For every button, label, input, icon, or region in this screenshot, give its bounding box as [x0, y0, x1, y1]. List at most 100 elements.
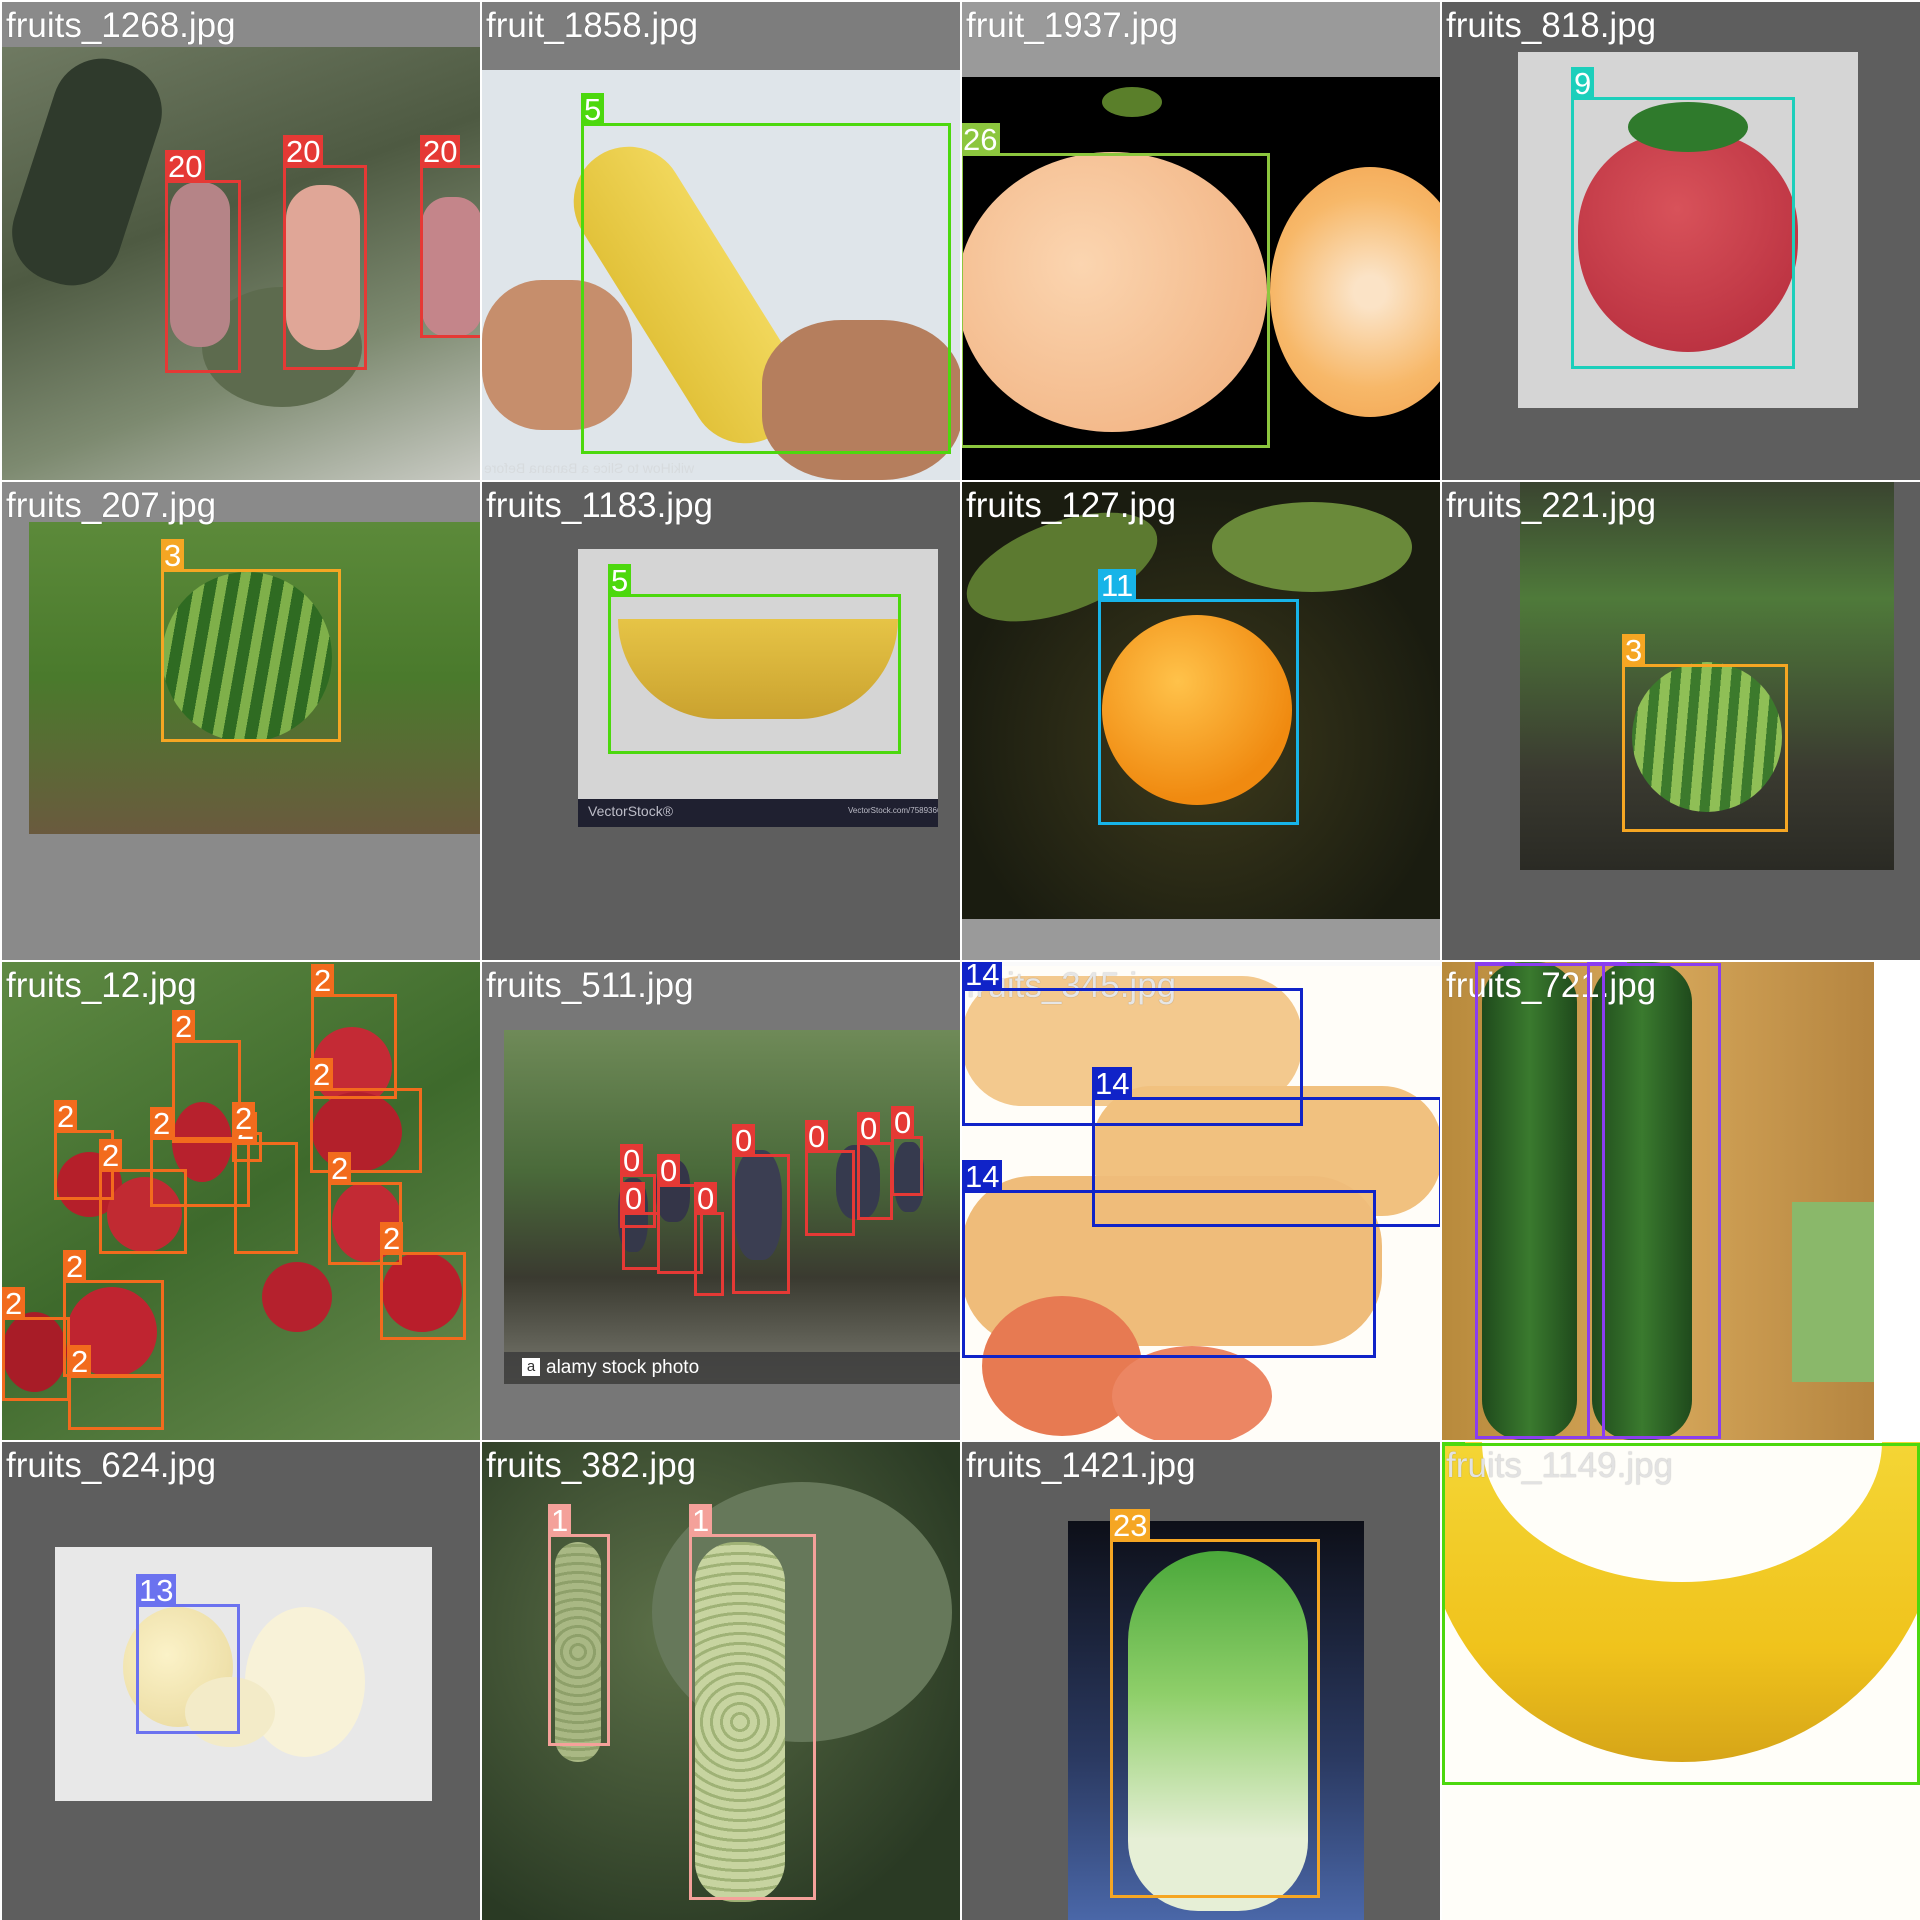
bbox-cherry: 2 — [68, 1345, 164, 1430]
bbox-cucumber: 15 — [1587, 962, 1721, 1439]
bbox-sea-grape: 1 — [689, 1504, 816, 1900]
chopped-scallion — [1792, 1202, 1874, 1382]
watermark: alamy stock photo — [546, 1357, 700, 1378]
image-tile[interactable]: fruits_12.jpg 2 2 2 2 2 2 2 2 2 2 2 2 2 — [2, 962, 480, 1440]
bbox-cucumber: 15 — [1475, 962, 1605, 1439]
pear-photo — [55, 1547, 432, 1801]
image-tile[interactable]: fruits_624.jpg 13 — [2, 1442, 480, 1920]
class-label: 2 — [172, 1010, 196, 1043]
class-label: 15 — [1475, 962, 1516, 966]
image-tile[interactable]: VectorStock® VectorStock.com/7589366 fru… — [482, 482, 960, 960]
file-name: fruits_511.jpg — [486, 966, 694, 1005]
image-tile[interactable]: fruit_1937.jpg 26 — [962, 2, 1440, 480]
bbox-pepper: 20 — [283, 135, 367, 370]
image-tile[interactable]: wikiHow to Slice a Banana Before fruit_1… — [482, 2, 960, 480]
bbox-grape: 0 — [732, 1124, 790, 1294]
class-label: 2 — [232, 1102, 256, 1135]
class-label: 2 — [150, 1107, 174, 1140]
image-tile[interactable]: fruits_221.jpg 3 — [1442, 482, 1920, 960]
bbox-cherry: 2 — [172, 1010, 241, 1143]
class-label: 2 — [68, 1345, 92, 1378]
class-label: 2 — [2, 1287, 26, 1320]
watermark: VectorStock® — [588, 803, 674, 819]
class-label: 2 — [99, 1139, 123, 1172]
bbox-pepper: 20 — [420, 135, 480, 338]
dark-pepper — [2, 47, 175, 299]
class-label: 2 — [380, 1222, 404, 1255]
bbox-pepper: 20 — [165, 150, 241, 373]
class-label: 2 — [328, 1152, 352, 1185]
bbox-strawberry: 9 — [1571, 67, 1795, 369]
class-label: 14 — [1092, 1067, 1133, 1100]
class-label: 0 — [732, 1124, 756, 1157]
bbox-watermelon: 3 — [1622, 634, 1788, 832]
class-label: 5 — [1442, 1442, 1466, 1446]
class-label: 20 — [165, 150, 206, 183]
class-label: 15 — [1587, 962, 1628, 966]
class-label: 20 — [283, 135, 324, 168]
bbox-cherry: 2 — [380, 1222, 466, 1340]
class-label: 0 — [857, 1112, 881, 1145]
leaf — [1212, 502, 1412, 592]
bbox-grape: 0 — [622, 1182, 660, 1270]
image-tile[interactable]: fruits_721.jpg 15 15 — [1442, 962, 1920, 1440]
peanut-kernel — [1112, 1346, 1272, 1440]
file-name: fruits_12.jpg — [6, 966, 197, 1005]
bbox-cherry: 2 — [310, 1058, 422, 1173]
class-label: 14 — [962, 1160, 1003, 1193]
image-tile[interactable]: fruits_207.jpg 3 — [2, 482, 480, 960]
class-label: 0 — [694, 1182, 718, 1215]
bbox-grape: 0 — [891, 1106, 923, 1196]
bbox-watermelon: 3 — [161, 539, 341, 742]
file-name: fruits_127.jpg — [966, 486, 1177, 525]
leaf — [1102, 87, 1162, 117]
class-label: 3 — [161, 539, 185, 572]
image-tile[interactable]: fruits_382.jpg 1 1 — [482, 1442, 960, 1920]
bbox-cherry: 2 — [99, 1139, 187, 1254]
file-name: fruits_207.jpg — [6, 486, 217, 525]
class-label: 0 — [622, 1182, 646, 1215]
class-label: 9 — [1571, 67, 1595, 100]
class-label: 3 — [1622, 634, 1646, 667]
class-label: 5 — [581, 93, 605, 126]
class-label: 26 — [962, 123, 1001, 156]
file-name: fruits_818.jpg — [1446, 6, 1657, 45]
image-tile[interactable]: fruits_1268.jpg 20 20 20 — [2, 2, 480, 480]
class-label: 1 — [548, 1504, 572, 1537]
bbox-banana: 5 — [1442, 1442, 1920, 1785]
class-label: 11 — [1098, 569, 1137, 602]
class-label: 2 — [63, 1250, 87, 1283]
image-tile[interactable]: fruits_127.jpg 11 — [962, 482, 1440, 960]
file-name: fruits_624.jpg — [6, 1446, 217, 1485]
file-name: fruits_1268.jpg — [6, 6, 236, 45]
image-tile[interactable]: fruits_1421.jpg 23 — [962, 1442, 1440, 1920]
watermark-url: VectorStock.com/7589366 — [848, 806, 938, 815]
bbox-sea-grape: 1 — [548, 1504, 610, 1746]
bbox-orange: 11 — [1098, 569, 1299, 825]
image-tile[interactable]: fruits_818.jpg 9 — [1442, 2, 1920, 480]
class-label: 0 — [805, 1120, 829, 1153]
image-tile[interactable]: a alamy stock photo fruits_511.jpg 0 0 0… — [482, 962, 960, 1440]
image-tile[interactable]: fruits_1149.jpg 5 — [1442, 1442, 1920, 1920]
class-label: 5 — [608, 564, 632, 597]
pepper-photo — [2, 47, 480, 480]
class-label: 1 — [689, 1504, 713, 1537]
bbox-pear: 13 — [136, 1574, 240, 1734]
cherry — [262, 1262, 332, 1332]
bbox-cabbage: 23 — [1110, 1509, 1320, 1898]
bbox-banana: 5 — [581, 93, 951, 454]
class-label: 23 — [1110, 1509, 1151, 1542]
bbox-banana: 5 — [608, 564, 901, 754]
image-tile[interactable]: fruits_345.jpg 14 14 14 — [962, 962, 1440, 1440]
class-label: 0 — [657, 1154, 681, 1187]
watermark-bar: a alamy stock photo — [504, 1352, 960, 1384]
class-label: 0 — [620, 1144, 644, 1177]
file-name: fruit_1858.jpg — [486, 6, 699, 45]
class-label: 14 — [962, 962, 1003, 991]
bbox-grape: 0 — [805, 1120, 855, 1236]
file-name: fruits_221.jpg — [1446, 486, 1657, 525]
class-label: 0 — [891, 1106, 915, 1139]
bbox-grape: 0 — [694, 1182, 724, 1296]
file-name: fruits_1183.jpg — [486, 486, 714, 525]
bbox-cherry: 2 — [232, 1102, 262, 1162]
